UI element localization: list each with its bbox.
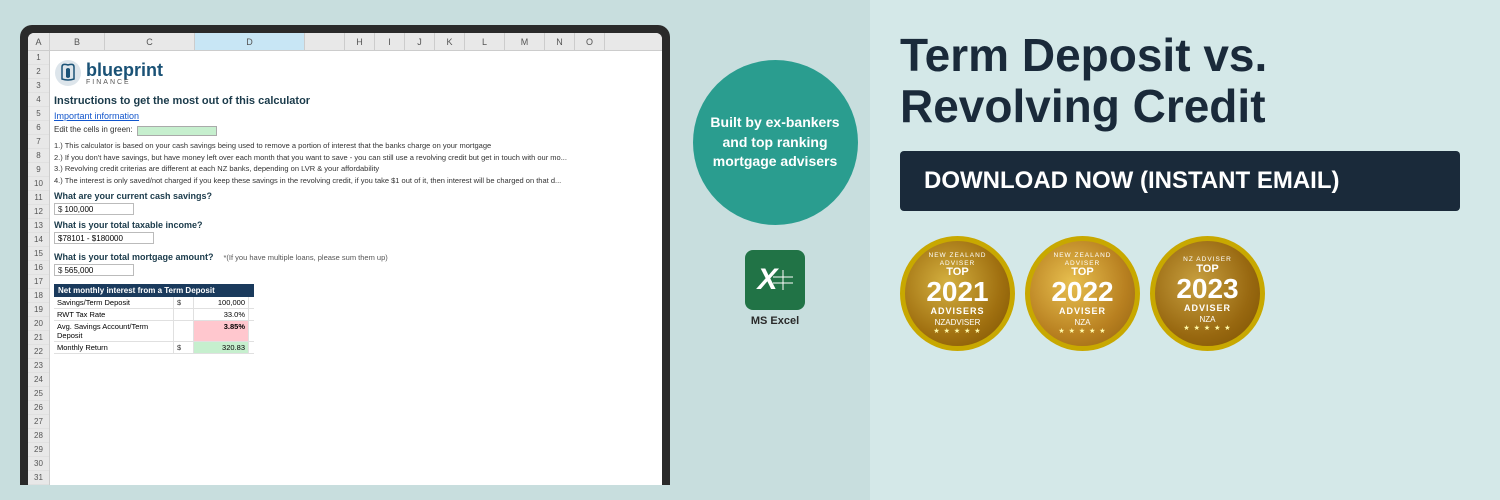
table-cell-label-1: Savings/Term Deposit <box>54 297 174 308</box>
excel-table-icon <box>773 270 793 290</box>
badge-2023: NZ ADVISER TOP 2023 ADVISER NZA ★ ★ ★ ★ … <box>1150 236 1265 351</box>
question-3-label: What is your total mortgage amount? <box>54 252 214 262</box>
question-3-note: *(If you have multiple loans, please sum… <box>224 253 388 262</box>
col-o: O <box>575 33 605 50</box>
badge-year-2023: 2023 <box>1176 275 1238 303</box>
spreadsheet-body: 1 2 3 4 5 6 7 8 9 10 11 12 13 14 15 16 1 <box>28 51 662 485</box>
question-1-input[interactable]: $ 100,000 <box>54 203 134 215</box>
col-l: L <box>465 33 505 50</box>
badge-adviser-2021: ADVISERS <box>930 306 984 316</box>
col-e <box>305 33 345 50</box>
badge-nza-2021: NZADVISER <box>935 318 981 327</box>
page-title: Term Deposit vs. Revolving Credit <box>900 30 1460 131</box>
table-row: Monthly Return $ 320.83 <box>54 342 254 354</box>
question-2-value: $78101 - $180000 <box>58 234 123 243</box>
table-row: Savings/Term Deposit $ 100,000 <box>54 297 254 309</box>
col-h: H <box>345 33 375 50</box>
col-b: B <box>50 33 105 50</box>
badge-adviser-2022: ADVISER <box>1059 306 1106 316</box>
logo-text-sub: FINANCE <box>86 79 163 86</box>
badge-arc-top-2021: NEW ZEALAND ADVISER <box>913 252 1002 268</box>
blueprint-logo-icon <box>54 59 82 87</box>
download-bold: DOWNLOAD NOW <box>924 167 1133 194</box>
question-1-value: 100,000 <box>64 205 93 214</box>
spreadsheet-content: blueprint FINANCE Instructions to get th… <box>50 51 662 485</box>
excel-icon: X <box>745 250 805 310</box>
edit-cells-label: Edit the cells in green: <box>54 125 133 134</box>
badge-nza-2022: NZA <box>1075 318 1091 327</box>
col-a: A <box>28 33 50 50</box>
laptop-screen: A B C D H I J K L M N O 1 2 3 4 <box>28 33 662 485</box>
badge-adviser-2023: ADVISER <box>1184 303 1231 313</box>
download-text: DOWNLOAD NOW (INSTANT EMAIL) <box>924 167 1340 194</box>
excel-badge: X MS Excel <box>745 250 805 327</box>
question-2-input[interactable]: $78101 - $180000 <box>54 232 154 244</box>
question-2-label: What is your total taxable income? <box>54 220 658 230</box>
question-1-label: What are your current cash savings? <box>54 191 658 201</box>
col-i: I <box>375 33 405 50</box>
logo-text-main: blueprint <box>86 60 163 80</box>
badge-year-2021: 2021 <box>926 278 988 306</box>
edit-cells-input <box>137 126 217 136</box>
table-cell-value-4: 320.83 <box>194 342 249 353</box>
table-header: Net monthly interest from a Term Deposit <box>54 284 254 297</box>
left-panel: A B C D H I J K L M N O 1 2 3 4 <box>0 0 680 500</box>
title-line2: Revolving Credit <box>900 80 1266 132</box>
right-panel: Term Deposit vs. Revolving Credit DOWNLO… <box>870 0 1500 500</box>
col-j: J <box>405 33 435 50</box>
download-normal: (INSTANT EMAIL) <box>1133 167 1339 194</box>
question-3-input[interactable]: $ 565,000 <box>54 264 134 276</box>
table-row: Avg. Savings Account/Term Deposit 3.85% <box>54 321 254 342</box>
spreadsheet-header: A B C D H I J K L M N O <box>28 33 662 51</box>
download-banner[interactable]: DOWNLOAD NOW (INSTANT EMAIL) <box>900 151 1460 211</box>
excel-label: MS Excel <box>751 315 799 327</box>
question-3-value: 565,000 <box>64 266 93 275</box>
table-cell-label-2: RWT Tax Rate <box>54 309 174 320</box>
laptop-outer: A B C D H I J K L M N O 1 2 3 4 <box>20 25 670 485</box>
badge-2022: NEW ZEALAND ADVISER TOP 2022 ADVISER NZA… <box>1025 236 1140 351</box>
teal-circle: Built by ex-bankers and top ranking mort… <box>693 60 858 225</box>
badge-year-2022: 2022 <box>1051 278 1113 306</box>
badge-arc-top-2022: NEW ZEALAND ADVISER <box>1038 252 1127 268</box>
net-monthly-table: Net monthly interest from a Term Deposit… <box>54 284 254 354</box>
table-cell-label-3: Avg. Savings Account/Term Deposit <box>54 321 174 341</box>
badges-row: NEW ZEALAND ADVISER TOP 2021 ADVISERS NZ… <box>900 236 1460 351</box>
col-n: N <box>545 33 575 50</box>
table-cell-value-3: 3.85% <box>194 321 249 341</box>
center-panel: Built by ex-bankers and top ranking mort… <box>680 0 870 500</box>
col-m: M <box>505 33 545 50</box>
badge-2021: NEW ZEALAND ADVISER TOP 2021 ADVISERS NZ… <box>900 236 1015 351</box>
blueprint-logo: blueprint FINANCE <box>54 59 658 87</box>
important-link[interactable]: Important information <box>54 111 658 121</box>
table-cell-value-2: 33.0% <box>194 309 249 320</box>
badge-stars-2023: ★ ★ ★ ★ ★ <box>1183 324 1231 332</box>
col-c: C <box>105 33 195 50</box>
col-d: D <box>195 33 305 50</box>
col-k: K <box>435 33 465 50</box>
table-cell-label-4: Monthly Return <box>54 342 174 353</box>
badge-stars-2021: ★ ★ ★ ★ ★ <box>933 327 981 335</box>
badge-stars-2022: ★ ★ ★ ★ ★ <box>1058 327 1106 335</box>
row-numbers: 1 2 3 4 5 6 7 8 9 10 11 12 13 14 15 16 1 <box>28 51 50 485</box>
badge-nza-2023: NZA <box>1200 315 1216 324</box>
table-row: RWT Tax Rate 33.0% <box>54 309 254 321</box>
instructions-title: Instructions to get the most out of this… <box>54 95 658 107</box>
title-line1: Term Deposit vs. <box>900 29 1267 81</box>
instruction-item-1: 1.) This calculator is based on your cas… <box>54 141 658 152</box>
circle-text: Built by ex-bankers and top ranking mort… <box>708 113 843 172</box>
instruction-item-4: 4.) The interest is only saved/not charg… <box>54 176 658 187</box>
instruction-item-3: 3.) Revolving credit criterias are diffe… <box>54 164 658 175</box>
instruction-item-2: 2.) If you don't have savings, but have … <box>54 153 658 164</box>
table-cell-value-1: 100,000 <box>194 297 249 308</box>
